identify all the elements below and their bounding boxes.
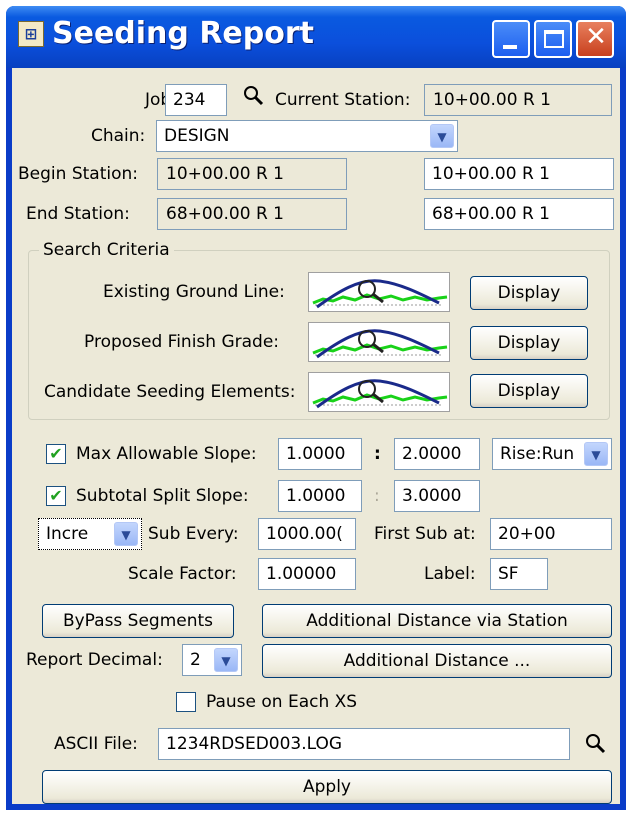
report-decimal-value: 2 — [190, 650, 201, 670]
increment-mode-value: Incre — [46, 524, 89, 544]
app-icon[interactable]: ⊞ — [18, 21, 44, 47]
subtotal-slope-label: Subtotal Split Slope: — [76, 486, 249, 506]
chevron-down-icon[interactable]: ▼ — [430, 124, 454, 148]
checkmark-icon: ✔ — [49, 444, 63, 463]
first-sub-input[interactable]: 20+00 — [490, 518, 612, 550]
minimize-button[interactable] — [492, 20, 530, 58]
max-slope-run-input[interactable]: 2.0000 — [394, 438, 480, 470]
slope-mode-select[interactable]: Rise:Run ▼ — [492, 438, 612, 470]
ascii-file-input[interactable]: 1234RDSED003.LOG — [158, 728, 570, 760]
slope-mode-value: Rise:Run — [500, 444, 575, 464]
first-sub-label: First Sub at: — [374, 524, 476, 544]
existing-ground-label: Existing Ground Line: — [103, 282, 285, 302]
bypass-segments-button[interactable]: ByPass Segments — [42, 604, 234, 638]
pause-checkbox[interactable] — [176, 692, 196, 712]
existing-ground-display-button[interactable]: Display — [470, 276, 588, 310]
title-bar[interactable]: ⊞ Seeding Report ✕ — [6, 6, 626, 68]
end-station-input[interactable]: 68+00.00 R 1 — [424, 198, 614, 230]
end-station-label: End Station: — [26, 204, 130, 224]
window-title: Seeding Report — [52, 16, 315, 51]
candidate-elements-display-button[interactable]: Display — [470, 374, 588, 408]
max-slope-checkbox[interactable]: ✔ — [46, 444, 66, 464]
maximize-icon — [544, 30, 564, 48]
dialog-client: Job: 234 Current Station: 10+00.00 R 1 C… — [12, 68, 620, 804]
chevron-down-icon[interactable]: ▼ — [214, 648, 238, 672]
subtotal-slope-checkbox[interactable]: ✔ — [46, 486, 66, 506]
candidate-elements-preview[interactable] — [308, 372, 450, 412]
max-slope-label: Max Allowable Slope: — [76, 444, 257, 464]
current-station-value: 10+00.00 R 1 — [424, 84, 612, 116]
report-decimal-select[interactable]: 2 ▼ — [182, 644, 242, 676]
proposed-grade-preview[interactable] — [308, 322, 450, 362]
apply-button[interactable]: Apply — [42, 770, 612, 804]
increment-mode-select[interactable]: Incre ▼ — [38, 518, 142, 550]
window-frame: ⊞ Seeding Report ✕ Job: 234 Current Stat… — [6, 6, 626, 810]
proposed-grade-display-button[interactable]: Display — [470, 326, 588, 360]
scale-factor-label: Scale Factor: — [128, 564, 237, 584]
chain-select[interactable]: DESIGN ▼ — [156, 120, 458, 152]
additional-distance-button[interactable]: Additional Distance ... — [262, 644, 612, 678]
candidate-elements-label: Candidate Seeding Elements: — [44, 382, 296, 402]
report-decimal-label: Report Decimal: — [26, 650, 163, 670]
minimize-icon — [503, 45, 517, 49]
scale-factor-input[interactable]: 1.00000 — [258, 558, 356, 590]
close-icon: ✕ — [585, 22, 607, 52]
pause-label: Pause on Each XS — [206, 692, 358, 712]
max-slope-separator: : — [374, 444, 381, 464]
sub-every-label: Sub Every: — [148, 524, 239, 544]
additional-distance-station-button[interactable]: Additional Distance via Station — [262, 604, 612, 638]
ascii-file-search-icon[interactable] — [584, 732, 608, 761]
begin-station-label: Begin Station: — [18, 164, 138, 184]
job-input[interactable]: 234 — [165, 84, 227, 116]
close-button[interactable]: ✕ — [576, 20, 614, 58]
end-station-value: 68+00.00 R 1 — [157, 198, 347, 230]
max-slope-rise-input[interactable]: 1.0000 — [278, 438, 362, 470]
begin-station-input[interactable]: 10+00.00 R 1 — [424, 158, 614, 190]
label-input[interactable]: SF — [490, 558, 548, 590]
chevron-down-icon[interactable]: ▼ — [584, 442, 608, 466]
chevron-down-icon[interactable]: ▼ — [114, 522, 138, 546]
search-criteria-title: Search Criteria — [39, 239, 174, 261]
chain-value: DESIGN — [164, 126, 230, 146]
subtotal-slope-separator: : — [374, 486, 380, 506]
subtotal-slope-rise-input[interactable]: 1.0000 — [278, 480, 362, 512]
current-station-label: Current Station: — [275, 90, 411, 110]
job-search-icon[interactable] — [242, 84, 266, 116]
chain-label: Chain: — [91, 126, 146, 146]
subtotal-slope-run-input[interactable]: 3.0000 — [394, 480, 480, 512]
begin-station-value: 10+00.00 R 1 — [157, 158, 347, 190]
sub-every-input[interactable]: 1000.00( — [258, 518, 356, 550]
proposed-grade-label: Proposed Finish Grade: — [84, 332, 280, 352]
label-label: Label: — [424, 564, 476, 584]
maximize-button[interactable] — [534, 20, 572, 58]
checkmark-icon: ✔ — [49, 486, 63, 505]
existing-ground-preview[interactable] — [308, 272, 450, 312]
ascii-file-label: ASCII File: — [54, 734, 138, 754]
